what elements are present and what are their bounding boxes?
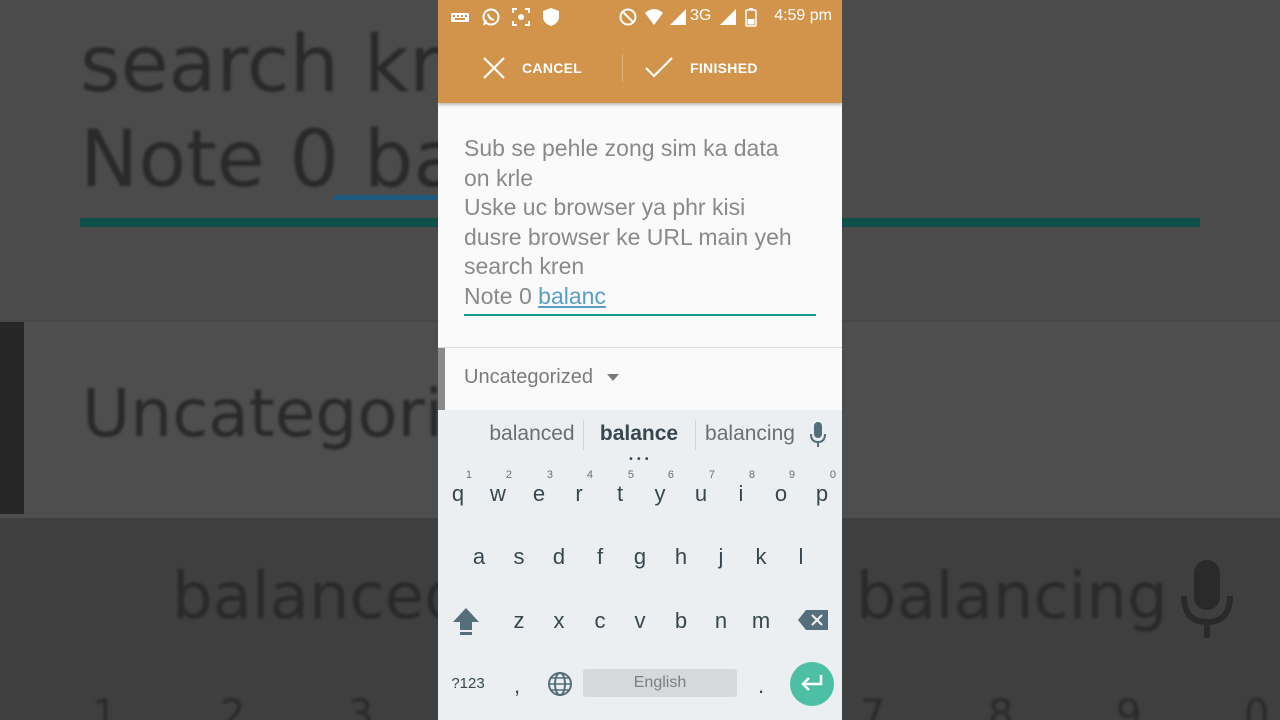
screenshot-icon: [512, 8, 530, 26]
period-key[interactable]: .: [741, 657, 781, 713]
do-not-disturb-icon: [619, 8, 637, 26]
enter-key[interactable]: [790, 662, 834, 706]
bg-number: 0: [1244, 692, 1270, 720]
comma-key[interactable]: ,: [498, 657, 536, 713]
more-suggestions-dots: •••: [628, 454, 652, 465]
key-m[interactable]: m: [741, 592, 781, 648]
bg-suggestion-left: balanced: [172, 560, 465, 634]
bg-text-line2: Note 0 bal: [80, 115, 483, 205]
suggestion-divider: [583, 420, 584, 450]
enter-icon: [801, 675, 823, 691]
bg-number: 1: [92, 692, 118, 720]
key-h[interactable]: h: [661, 528, 701, 584]
bg-number: 9: [1116, 692, 1142, 720]
globe-icon: [548, 672, 572, 696]
note-line: Uske uc browser ya phr kisi: [464, 194, 746, 220]
bg-number: 2: [220, 692, 246, 720]
bg-side-bar: [0, 322, 24, 514]
note-line-prefix: Note 0: [464, 282, 539, 309]
key-d[interactable]: d: [539, 528, 579, 584]
signal-icon: [670, 9, 686, 25]
suggestion-left[interactable]: balanced: [484, 422, 580, 446]
suggestion-center[interactable]: balance: [589, 422, 689, 446]
key-z[interactable]: z: [499, 592, 539, 648]
category-selected: Uncategorized: [464, 366, 593, 388]
note-line: search kren: [464, 253, 585, 279]
signal-icon-2: [720, 9, 736, 25]
app-bar: 3G 4:59 pm CANCEL FINISHED: [438, 0, 842, 103]
key-g[interactable]: g: [620, 528, 660, 584]
whatsapp-icon: [482, 8, 500, 26]
category-row: Uncategorized: [438, 348, 842, 410]
finished-label: FINISHED: [690, 60, 758, 76]
language-key[interactable]: [540, 657, 578, 713]
shift-key[interactable]: [446, 592, 486, 648]
status-bar: 3G 4:59 pm: [438, 0, 842, 34]
key-t[interactable]: 5t: [600, 465, 640, 521]
key-a[interactable]: a: [459, 528, 499, 584]
key-i[interactable]: 8i: [721, 465, 761, 521]
note-line: on krle: [464, 164, 534, 191]
suggestion-strip: balanced balance balancing •••: [438, 410, 842, 465]
key-s[interactable]: s: [499, 528, 539, 584]
wifi-icon: [645, 9, 663, 25]
key-k[interactable]: k: [741, 528, 781, 584]
keyboard-notification-icon: [451, 13, 469, 22]
dropdown-arrow-icon: [606, 374, 619, 381]
bg-mic-icon: [1181, 560, 1233, 638]
key-n[interactable]: n: [701, 592, 741, 648]
key-p[interactable]: 0p: [802, 465, 842, 521]
note-text-field[interactable]: Sub se pehle zong sim ka data on krle Us…: [464, 134, 816, 311]
key-y[interactable]: 6y: [640, 465, 680, 521]
key-q[interactable]: 1q: [438, 465, 478, 521]
bg-number: 8: [988, 692, 1014, 720]
toolbar-divider: [622, 54, 623, 82]
backspace-key[interactable]: [794, 592, 834, 648]
note-line: dusre browser ke URL main yeh: [464, 223, 792, 250]
bg-number: 7: [860, 692, 886, 720]
check-icon: [645, 57, 673, 78]
key-j[interactable]: j: [701, 528, 741, 584]
suggestion-divider: [695, 420, 696, 450]
cancel-button[interactable]: CANCEL: [482, 46, 582, 90]
key-w[interactable]: 2w: [478, 465, 518, 521]
backspace-icon: [798, 610, 828, 630]
battery-icon: [745, 8, 757, 27]
symbols-key[interactable]: ?123: [446, 657, 490, 713]
key-b[interactable]: b: [661, 592, 701, 648]
soft-keyboard: balanced balance balancing ••• 1q 2w 3e …: [438, 410, 842, 720]
key-e[interactable]: 3e: [519, 465, 559, 521]
key-f[interactable]: f: [580, 528, 620, 584]
key-c[interactable]: c: [580, 592, 620, 648]
bg-suggestion-right: balancing: [856, 560, 1168, 634]
category-indicator: [438, 348, 445, 410]
key-r[interactable]: 4r: [559, 465, 599, 521]
key-l[interactable]: l: [781, 528, 821, 584]
key-x[interactable]: x: [539, 592, 579, 648]
editor-actions: CANCEL FINISHED: [438, 46, 842, 90]
space-bar[interactable]: English: [583, 669, 737, 697]
bg-number: 3: [348, 692, 374, 720]
mic-icon[interactable]: [809, 422, 827, 448]
network-type: 3G: [690, 7, 712, 24]
cancel-label: CANCEL: [522, 60, 583, 76]
note-line: Sub se pehle zong sim ka data: [464, 135, 779, 161]
phone-screen: 3G 4:59 pm CANCEL FINISHED Sub se pehle …: [438, 0, 842, 720]
close-icon: [483, 57, 505, 79]
category-dropdown[interactable]: Uncategorized: [464, 366, 619, 389]
shield-icon: [543, 8, 559, 26]
key-o[interactable]: 9o: [761, 465, 801, 521]
key-v[interactable]: v: [620, 592, 660, 648]
bg-underline: [333, 195, 443, 200]
status-time: 4:59 pm: [774, 7, 832, 24]
finished-button[interactable]: FINISHED: [644, 46, 758, 90]
composing-word: balanc: [538, 282, 606, 309]
suggestion-right[interactable]: balancing: [700, 422, 800, 446]
key-u[interactable]: 7u: [681, 465, 721, 521]
text-field-underline: [464, 314, 816, 316]
shift-icon: [453, 608, 479, 635]
note-line-last: Note 0 balanc: [464, 282, 816, 312]
